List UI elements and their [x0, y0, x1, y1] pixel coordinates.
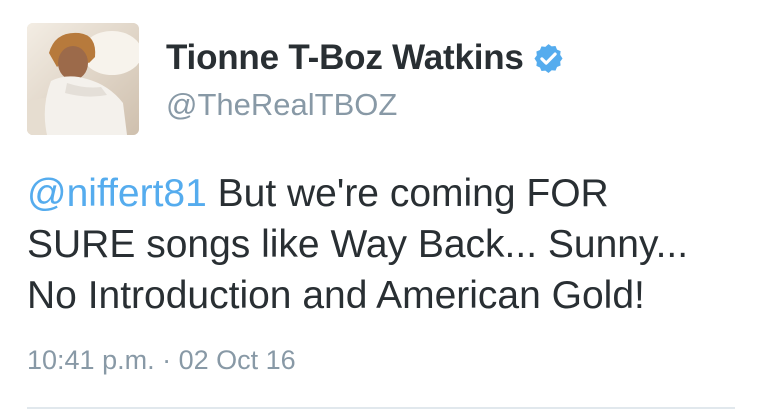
mention-link[interactable]: @niffert81 [27, 172, 207, 215]
tweet-card: Tionne T-Boz Watkins @TheRealTBOZ @niffe… [0, 0, 760, 410]
display-name-row[interactable]: Tionne T-Boz Watkins [166, 38, 565, 78]
user-handle[interactable]: @TheRealTBOZ [166, 87, 397, 123]
tweet-text-line-1: @niffert81 But we're coming FOR [27, 168, 747, 219]
divider [27, 407, 735, 409]
profile-photo [27, 23, 139, 135]
tweet-text-line-3: No Introduction and American Gold! [27, 274, 645, 317]
tweet-text-line-1-rest: But we're coming FOR [206, 172, 609, 215]
avatar[interactable] [27, 23, 139, 135]
tweet-text: @niffert81 But we're coming FOR SURE son… [27, 168, 747, 321]
tweet-text-line-2: SURE songs like Way Back... Sunny... [27, 223, 689, 266]
display-name[interactable]: Tionne T-Boz Watkins [166, 38, 524, 78]
verified-badge-icon [532, 42, 565, 75]
tweet-timestamp[interactable]: 10:41 p.m. · 02 Oct 16 [27, 345, 296, 376]
